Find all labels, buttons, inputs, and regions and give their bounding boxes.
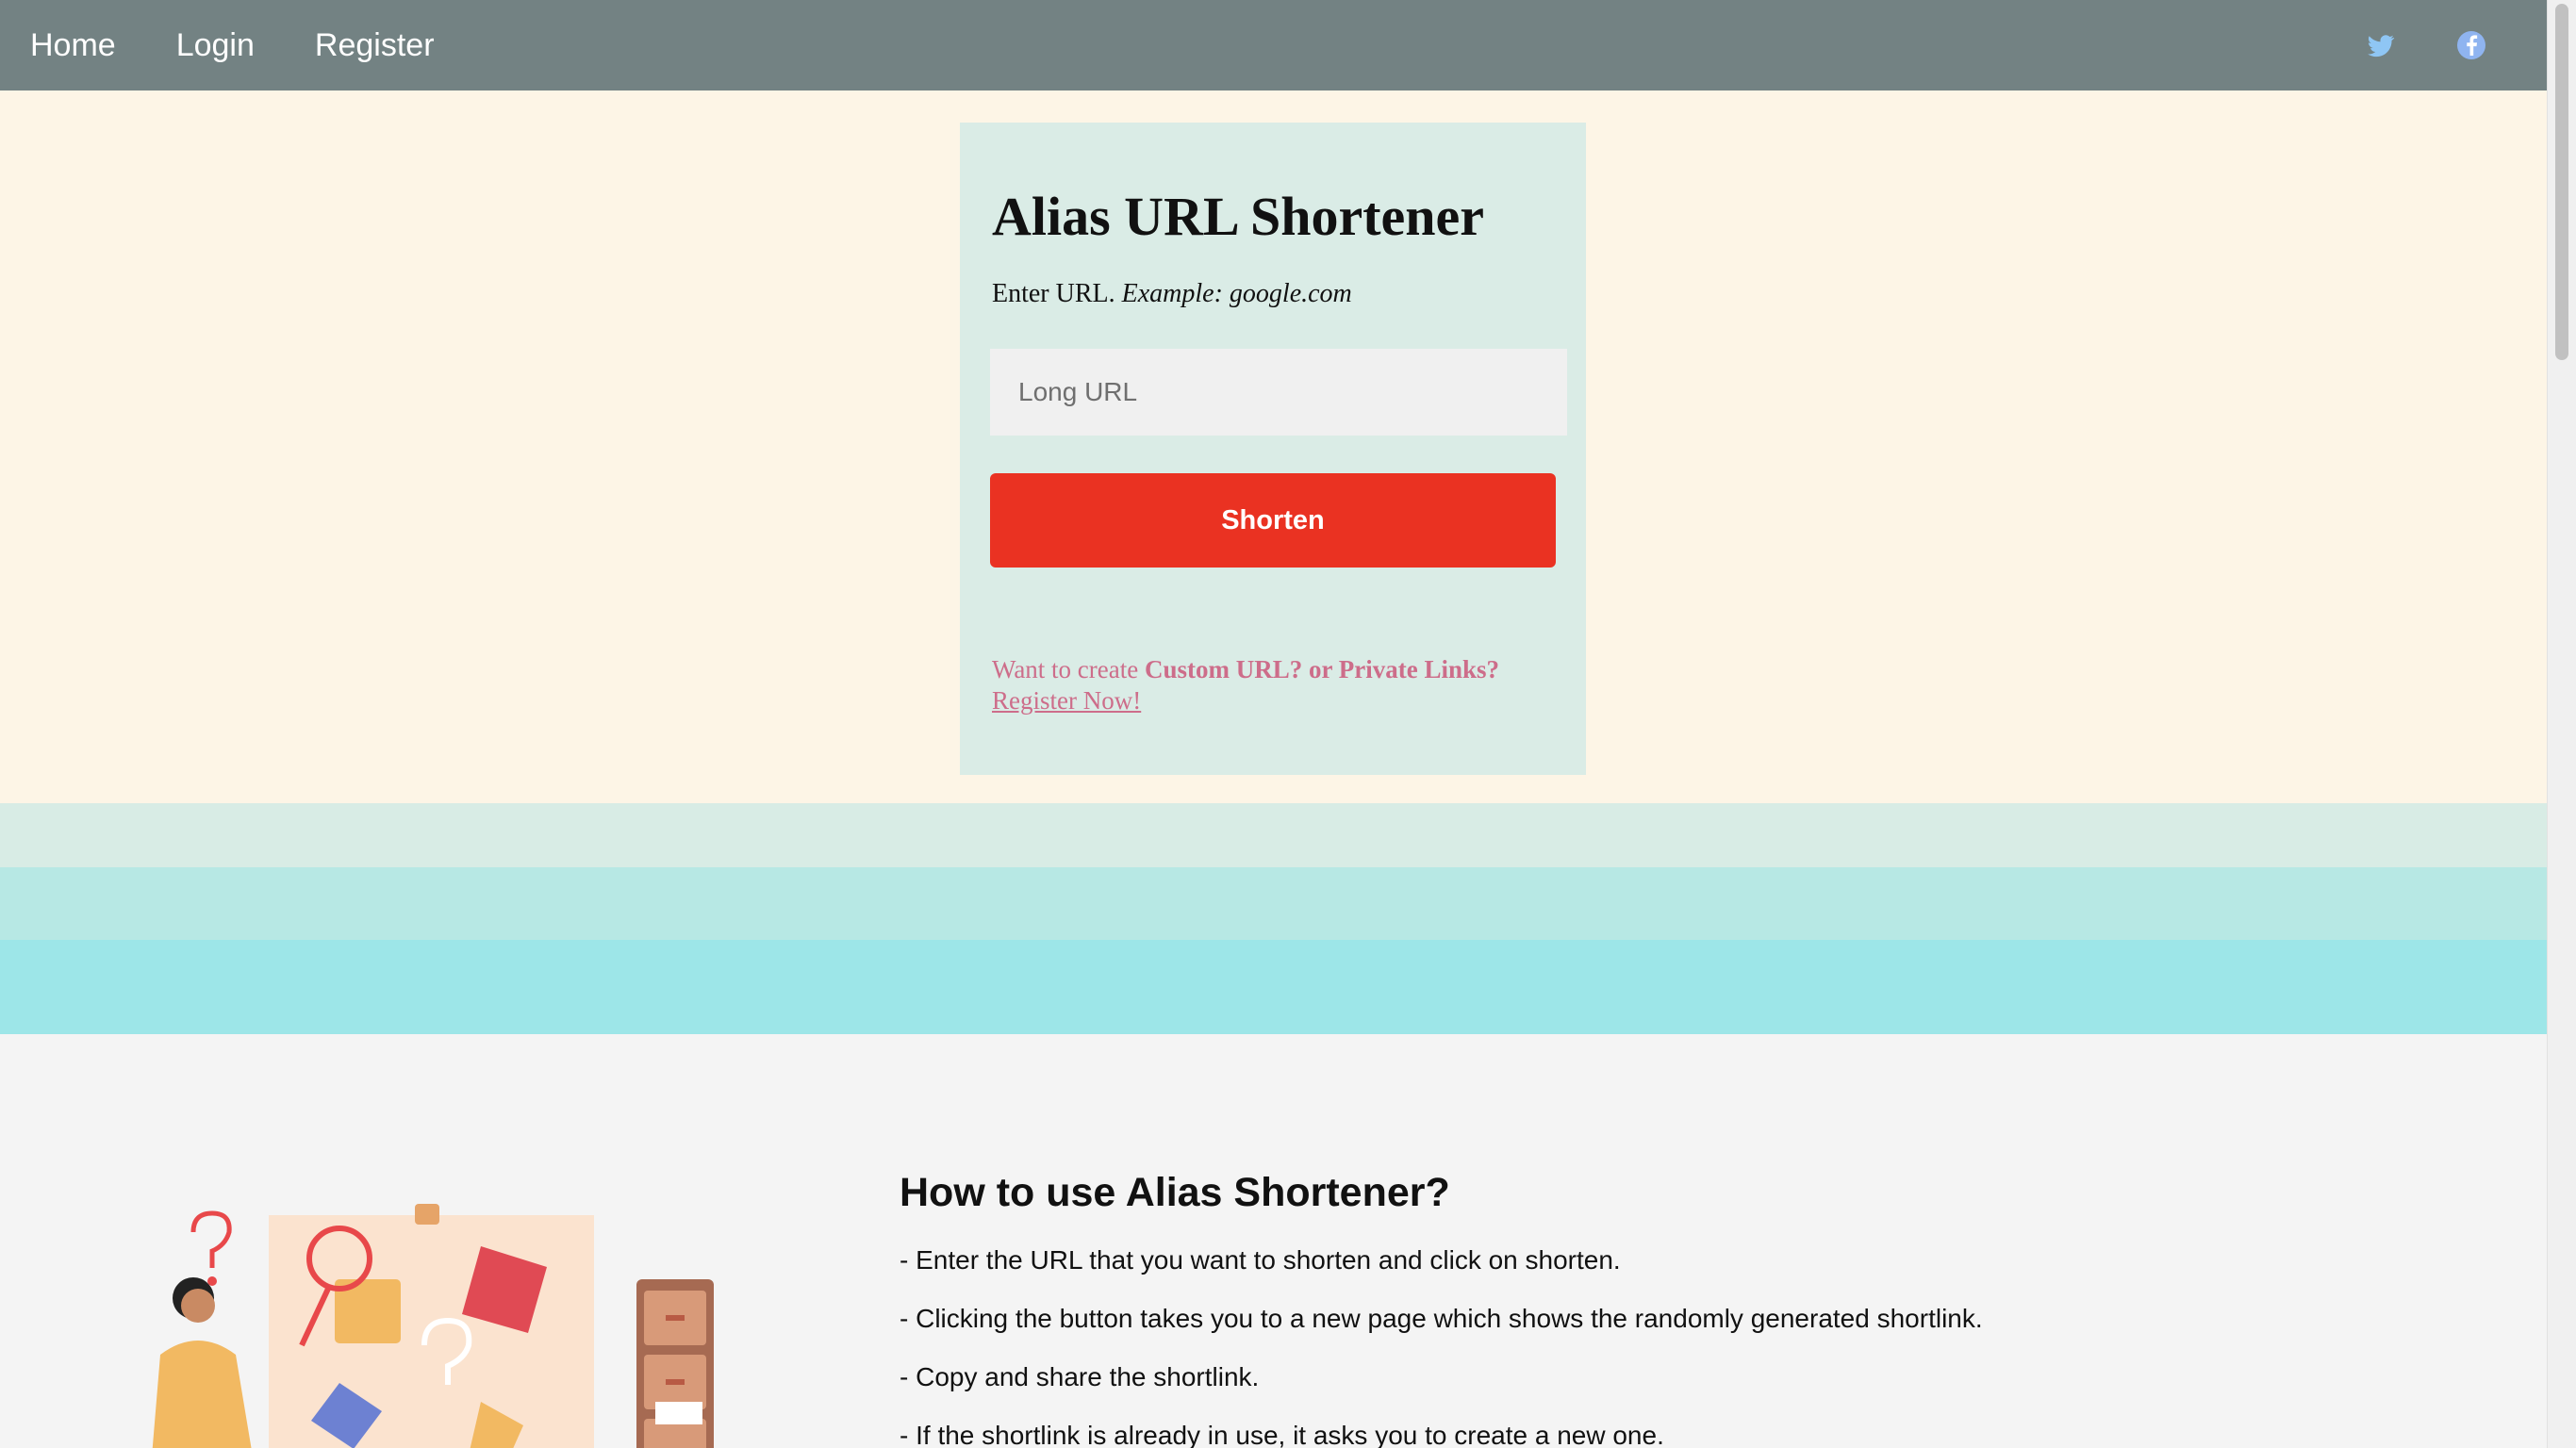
puzzle-illustration [152, 1204, 714, 1448]
how-to-section: How to use Alias Shortener? - Enter the … [0, 1034, 2548, 1448]
social-links [2367, 0, 2548, 90]
how-to-step: - Copy and share the shortlink. [900, 1362, 1260, 1391]
register-promo: Want to create Custom URL? or Private Li… [992, 654, 1558, 716]
nav-login-link[interactable]: Login [176, 27, 255, 64]
top-nav: Home Login Register [0, 0, 2548, 90]
shorten-button[interactable]: Shorten [990, 473, 1556, 568]
twitter-icon[interactable] [2367, 31, 2395, 59]
hint-example: Example: google.com [1121, 279, 1352, 308]
how-to-steps: - Enter the URL that you want to shorten… [900, 1247, 1983, 1448]
how-to-title: How to use Alias Shortener? [900, 1170, 1450, 1215]
facebook-icon[interactable] [2457, 31, 2485, 59]
how-to-step: - Enter the URL that you want to shorten… [900, 1245, 1621, 1275]
decorative-band-1 [0, 803, 2548, 867]
scrollbar-thumb[interactable] [2555, 4, 2568, 360]
nav-register-link[interactable]: Register [315, 27, 435, 64]
nav-home-link[interactable]: Home [30, 27, 116, 64]
decorative-band-2 [0, 867, 2548, 940]
promo-highlight: Custom URL? or Private Links? [1145, 655, 1500, 683]
how-to-step: - If the shortlink is already in use, it… [900, 1421, 1664, 1448]
vertical-scrollbar[interactable] [2547, 0, 2576, 1448]
hero-section: Alias URL Shortener Enter URL. Example: … [0, 90, 2548, 803]
long-url-input[interactable] [990, 349, 1567, 436]
decorative-band-3 [0, 940, 2548, 1034]
hint-prefix: Enter URL. [992, 279, 1115, 308]
how-to-step: - Clicking the button takes you to a new… [900, 1304, 1983, 1333]
promo-prefix: Want to create [992, 655, 1139, 683]
page: Home Login Register Alias URL Shortener … [0, 0, 2548, 1448]
input-hint: Enter URL. Example: google.com [992, 279, 1352, 309]
register-now-link[interactable]: Register Now! [992, 686, 1141, 715]
card-title: Alias URL Shortener [992, 186, 1484, 247]
shortener-card: Alias URL Shortener Enter URL. Example: … [960, 123, 1586, 775]
